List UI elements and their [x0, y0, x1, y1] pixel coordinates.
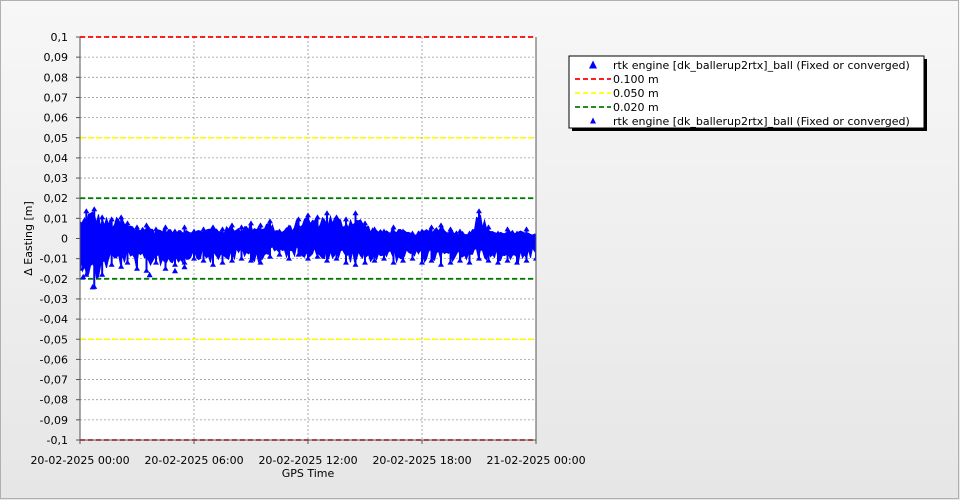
y-tick-label: -0,04 — [40, 313, 68, 326]
y-tick-label: -0,09 — [40, 414, 68, 427]
x-tick-label: 20-02-2025 06:00 — [144, 454, 243, 467]
legend: rtk engine [dk_ballerup2rtx]_ball (Fixed… — [568, 55, 927, 131]
y-tick-label: 0,06 — [44, 112, 69, 125]
y-tick-label: 0,02 — [44, 192, 69, 205]
y-tick-label: 0,08 — [44, 71, 69, 84]
x-tick-labels: 20-02-2025 00:00 20-02-2025 06:00 20-02-20… — [30, 454, 585, 467]
legend-label: rtk engine [dk_ballerup2rtx]_ball (Fixed… — [613, 59, 910, 72]
y-tick-label: 0,03 — [44, 172, 69, 185]
y-tick-label: -0,03 — [40, 293, 68, 306]
y-tick-label: -0,06 — [40, 353, 68, 366]
y-tick-label: 0,05 — [44, 132, 69, 145]
x-axis-title: GPS Time — [282, 467, 335, 480]
y-tick-label: 0,01 — [44, 212, 69, 225]
x-tick-label: 20-02-2025 12:00 — [258, 454, 357, 467]
y-tick-label: 0,09 — [44, 51, 69, 64]
y-tick-label: 0 — [61, 233, 68, 246]
y-tick-labels: 0,1 0,09 0,08 0,07 0,06 0,05 0,04 0,03 0,02 0,01 0… — [40, 31, 68, 447]
legend-label: 0.020 m — [613, 101, 659, 114]
chart-canvas: 0,1 0,09 0,08 0,07 0,06 0,05 0,04 0,03 0,02 0,01 0… — [0, 0, 959, 499]
y-tick-label: 0,04 — [44, 152, 69, 165]
y-tick-label: -0,1 — [47, 434, 68, 447]
x-tick-label: 20-02-2025 18:00 — [372, 454, 471, 467]
x-tick-label: 21-02-2025 00:00 — [486, 454, 585, 467]
x-tick-label: 20-02-2025 00:00 — [30, 454, 129, 467]
y-tick-label: -0,01 — [40, 253, 68, 266]
y-tick-label: -0,05 — [40, 333, 68, 346]
chart: 0,1 0,09 0,08 0,07 0,06 0,05 0,04 0,03 0,02 0,01 0… — [0, 0, 960, 500]
legend-label: 0.100 m — [613, 73, 659, 86]
y-tick-label: -0,07 — [40, 374, 68, 387]
y-tick-label: -0,08 — [40, 394, 68, 407]
y-tick-label: -0,02 — [40, 273, 68, 286]
y-tick-label: 0,07 — [44, 91, 69, 104]
y-tick-label: 0,1 — [51, 31, 69, 44]
legend-label: 0.050 m — [613, 87, 659, 100]
y-axis-title: Δ Easting [m] — [22, 201, 35, 276]
legend-label: rtk engine [dk_ballerup2rtx]_ball (Fixed… — [613, 115, 910, 128]
